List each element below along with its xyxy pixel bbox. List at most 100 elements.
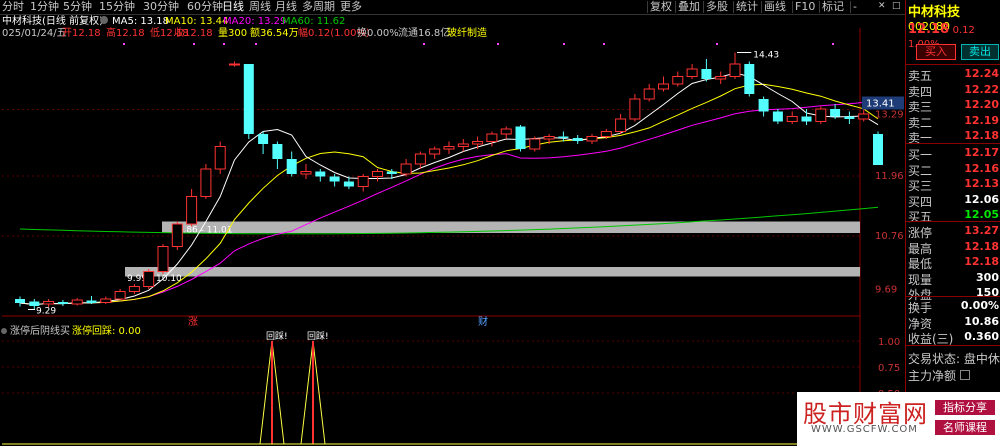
toolbar-button[interactable]: 标记	[822, 0, 844, 13]
toolbar-separator	[733, 1, 734, 13]
event-dot	[563, 43, 565, 45]
quote-row-label: 买五	[908, 210, 933, 224]
candle-body-up	[429, 148, 441, 155]
signal-label: 回踩!	[307, 331, 329, 342]
close-icon[interactable]: ✕	[878, 0, 886, 13]
candle-body-up	[543, 136, 555, 140]
period-tab[interactable]: 60分钟	[187, 0, 223, 13]
candle	[214, 141, 226, 174]
quote-row-label: 卖五	[908, 69, 933, 83]
candle	[429, 146, 441, 159]
watermark-tag-share: 指标分享	[935, 400, 995, 415]
candle	[873, 131, 883, 165]
candle	[243, 64, 254, 139]
buy-button[interactable]: 买入	[916, 44, 956, 60]
period-tab[interactable]: 更多	[340, 0, 362, 13]
quote-row-value: 0.360	[964, 330, 999, 343]
candle	[729, 52, 741, 79]
quote-row-value: 12.18	[964, 255, 999, 268]
maximize-icon[interactable]: □	[892, 0, 901, 13]
candle-body-up	[171, 223, 183, 247]
quote-row[interactable]: 最低 12.18	[908, 255, 1000, 271]
candle-body-up	[786, 116, 798, 122]
quote-row[interactable]: 最高 12.18	[908, 239, 1000, 256]
quote-row[interactable]: 净资 10.86	[908, 315, 1000, 331]
event-dot	[255, 43, 257, 45]
toolbar-button[interactable]: F10	[795, 0, 815, 13]
period-tab[interactable]: 15分钟	[99, 0, 135, 13]
toolbar-button[interactable]: 复权	[650, 0, 672, 13]
candle-body-down	[801, 116, 812, 122]
candle-body-down	[343, 181, 354, 187]
candle-body-up	[400, 163, 412, 175]
candle	[457, 139, 469, 152]
period-tab[interactable]: 1分钟	[30, 0, 59, 13]
candle-body-down	[258, 134, 269, 144]
quote-row-label: 卖三	[908, 100, 933, 114]
toolbar-separator	[850, 1, 851, 13]
candle	[758, 96, 769, 117]
candle	[357, 174, 369, 192]
period-tab[interactable]: 日线	[222, 0, 244, 13]
quote-row[interactable]: 卖五 12.24	[908, 67, 1000, 83]
main-net-text: 主力净额	[908, 369, 957, 383]
quote-row-value: 12.18	[964, 239, 999, 253]
quote-row[interactable]: 卖一 12.18	[908, 129, 1000, 145]
quote-row[interactable]: 卖三 12.20	[908, 98, 1000, 114]
quote-row[interactable]: 换手 0.00%	[908, 299, 1000, 315]
candle	[372, 169, 383, 182]
candle-body-down	[386, 171, 397, 174]
quote-row[interactable]: 买二 12.16	[908, 162, 1000, 178]
quote-row-label: 买一	[908, 148, 933, 162]
period-tab[interactable]: 5分钟	[63, 0, 92, 13]
quote-row[interactable]: 收益(三) 0.360	[908, 330, 1000, 346]
toolbar-separator	[647, 1, 648, 13]
quote-row-label: 买三	[908, 179, 933, 193]
indicator-settings-icon[interactable]	[1, 328, 7, 334]
quote-row-label: 最低	[908, 257, 933, 271]
candle-body-up	[615, 118, 627, 132]
period-tab[interactable]: 分时	[2, 0, 24, 13]
candle-body-up	[457, 143, 469, 147]
toolbar-button[interactable]: 画线	[764, 0, 786, 13]
main-net-expand-icon[interactable]	[959, 370, 970, 380]
quote-row[interactable]: 卖二 12.19	[908, 114, 1000, 130]
toolbar-button[interactable]: 叠加	[678, 0, 700, 13]
quote-row[interactable]: 买四 12.06	[908, 193, 1000, 209]
quote-row-value: 12.05	[964, 208, 999, 221]
quote-row-label: 涨停	[908, 226, 933, 240]
quote-row[interactable]: 现量 300	[908, 271, 1000, 287]
settings-icon[interactable]	[100, 16, 108, 24]
candle-body-up	[443, 146, 455, 150]
period-tab[interactable]: 30分钟	[143, 0, 179, 13]
candle	[186, 189, 198, 227]
quote-row[interactable]: 涨停 13.27	[908, 224, 1000, 240]
stock-name: 中材科技	[908, 5, 961, 20]
candle-body-up	[672, 76, 684, 85]
candle-body-down	[329, 176, 340, 182]
kline-chart[interactable]: 中材科技(日线 前复权) MA5: 13.18MA10: 13.44MA20: 1…	[0, 14, 905, 446]
candle-body-up	[214, 146, 226, 170]
candle	[100, 296, 112, 304]
toolbar-button[interactable]: 统计	[736, 0, 758, 13]
toolbar-button[interactable]: -	[853, 0, 857, 13]
candle	[71, 298, 83, 306]
watermark-banner: 股市财富网 WWW.GSCFW.COM 指标分享 名师课程	[797, 392, 1000, 446]
candle	[114, 289, 126, 300]
toolbar-separator	[819, 1, 820, 13]
main-net-label[interactable]: 主力净额	[908, 367, 970, 384]
quote-row[interactable]: 买三 12.13	[908, 177, 1000, 193]
quote-row[interactable]: 买一 12.17	[908, 146, 1000, 162]
candle	[443, 141, 455, 154]
quote-row[interactable]: 卖四 12.22	[908, 83, 1000, 99]
toolbar-separator	[675, 1, 676, 13]
period-tab[interactable]: 月线	[275, 0, 297, 13]
quote-row-value: 12.13	[964, 177, 999, 190]
period-tab[interactable]: 周线	[249, 0, 271, 13]
period-tab[interactable]: 多周期	[302, 0, 335, 13]
sell-button[interactable]: 卖出	[961, 44, 999, 60]
quote-row-label: 买四	[908, 194, 933, 209]
toolbar-button[interactable]: 多股	[706, 0, 728, 13]
ohlc-sector: 玻纤制造	[447, 26, 487, 39]
candle-body-down	[272, 144, 283, 159]
